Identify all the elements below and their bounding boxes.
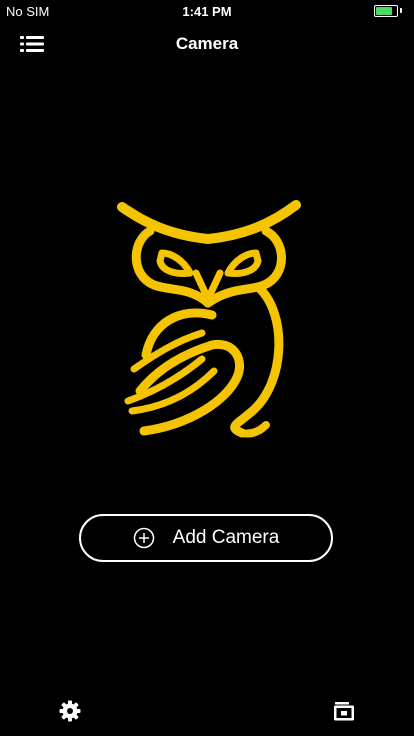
plus-circle-icon [133,527,154,549]
files-button[interactable] [332,699,356,723]
status-bar: No SIM 1:41 PM [0,0,414,22]
settings-button[interactable] [58,699,82,723]
page-title: Camera [175,34,239,53]
battery-level-fill [376,7,393,15]
owl-logo [117,200,301,438]
add-camera-label: Add Camera [172,527,280,548]
status-time: 1:41 PM [182,4,232,19]
battery-icon [374,5,398,17]
folder-icon [334,702,354,721]
battery-tip [400,8,402,13]
nav-bar: Camera [0,22,414,66]
add-camera-button[interactable]: Add Camera [79,514,333,562]
gear-icon [59,700,81,722]
